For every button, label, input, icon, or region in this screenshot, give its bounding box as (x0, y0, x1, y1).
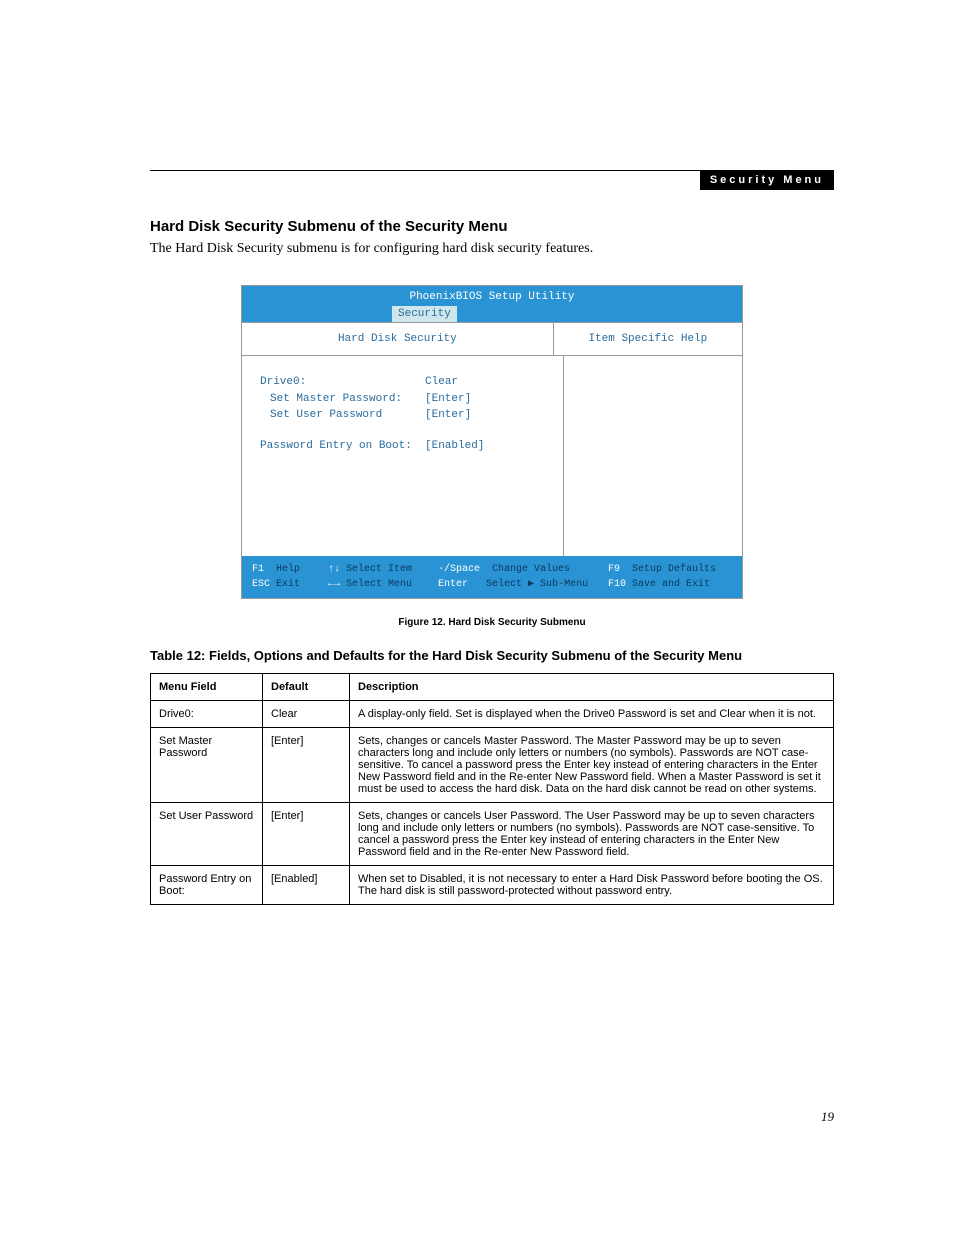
fields-table: Menu Field Default Description Drive0: C… (150, 673, 834, 905)
bios-drive0-value: Clear (425, 376, 458, 388)
bios-screenshot: PhoenixBIOS Setup Utility Security Hard … (241, 285, 743, 599)
table-row: Set User Password [Enter] Sets, changes … (151, 803, 834, 866)
cell-default: Clear (263, 701, 350, 728)
bios-select-submenu-label: Select ▶ Sub-Menu (486, 579, 588, 590)
bios-key-f9: F9 (608, 564, 620, 575)
cell-field: Set Master Password (151, 728, 263, 803)
cell-desc: Sets, changes or cancels Master Password… (350, 728, 834, 803)
bios-pw-boot-value: [Enabled] (425, 440, 484, 452)
section-text: The Hard Disk Security submenu is for co… (150, 241, 834, 257)
bios-help-label: Help (276, 564, 300, 575)
bios-set-user-value: [Enter] (425, 409, 471, 421)
bios-set-user-label: Set User Password (270, 407, 425, 424)
bios-panel-title-left: Hard Disk Security (242, 323, 554, 355)
table-row: Set Master Password [Enter] Sets, change… (151, 728, 834, 803)
cell-desc: A display-only field. Set is displayed w… (350, 701, 834, 728)
cell-field: Password Entry on Boot: (151, 866, 263, 905)
table-row: Drive0: Clear A display-only field. Set … (151, 701, 834, 728)
cell-default: [Enter] (263, 728, 350, 803)
cell-field: Drive0: (151, 701, 263, 728)
bios-set-master-value: [Enter] (425, 393, 471, 405)
table-title: Table 12: Fields, Options and Defaults f… (150, 648, 834, 663)
bios-save-exit-label: Save and Exit (632, 579, 710, 590)
header-bar: Security Menu (700, 170, 834, 190)
bios-key-leftright: ←→ (328, 579, 340, 590)
bios-key-f10: F10 (608, 579, 626, 590)
bios-change-values-label: Change Values (492, 564, 570, 575)
bios-pw-boot-label: Password Entry on Boot: (260, 438, 425, 455)
bios-help-panel (564, 356, 742, 556)
bios-select-menu-label: Select Menu (346, 579, 412, 590)
cell-desc: Sets, changes or cancels User Password. … (350, 803, 834, 866)
page-number: 19 (821, 1109, 834, 1125)
th-default: Default (263, 674, 350, 701)
cell-default: [Enter] (263, 803, 350, 866)
bios-footer: F1 Help ↑↓ Select Item -/Space Change Va… (242, 556, 742, 598)
cell-desc: When set to Disabled, it is not necessar… (350, 866, 834, 905)
th-description: Description (350, 674, 834, 701)
bios-tab-security: Security (392, 306, 457, 322)
cell-default: [Enabled] (263, 866, 350, 905)
bios-setup-defaults-label: Setup Defaults (632, 564, 716, 575)
bios-key-f1: F1 (252, 564, 264, 575)
bios-key-enter: Enter (438, 579, 468, 590)
bios-exit-label: Exit (276, 579, 300, 590)
bios-settings-panel: Drive0:Clear Set Master Password:[Enter]… (242, 356, 564, 556)
bios-drive0-label: Drive0: (260, 374, 425, 391)
table-row: Password Entry on Boot: [Enabled] When s… (151, 866, 834, 905)
bios-set-master-label: Set Master Password: (270, 391, 425, 408)
figure-caption: Figure 12. Hard Disk Security Submenu (150, 617, 834, 628)
th-menu-field: Menu Field (151, 674, 263, 701)
bios-select-item-label: Select Item (346, 564, 412, 575)
bios-title: PhoenixBIOS Setup Utility (242, 286, 742, 306)
cell-field: Set User Password (151, 803, 263, 866)
table-header-row: Menu Field Default Description (151, 674, 834, 701)
bios-key-updown: ↑↓ (328, 564, 340, 575)
bios-tabs: Security (242, 306, 742, 322)
section-title: Hard Disk Security Submenu of the Securi… (150, 218, 834, 235)
bios-key-space: -/Space (438, 564, 480, 575)
bios-panel-title-right: Item Specific Help (554, 323, 742, 355)
bios-key-esc: ESC (252, 579, 270, 590)
